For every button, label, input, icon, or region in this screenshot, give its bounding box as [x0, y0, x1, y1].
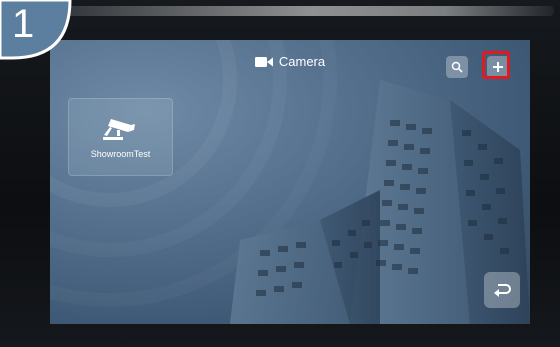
touch-screen: Camera ShowroomTest	[50, 40, 530, 324]
search-button[interactable]	[446, 56, 468, 78]
search-icon	[451, 61, 463, 73]
device-frame: Camera ShowroomTest 1	[0, 0, 560, 347]
return-arrow-icon	[494, 284, 511, 297]
step-badge: 1	[0, 0, 72, 60]
bezel-highlight	[14, 6, 554, 16]
page-title: Camera	[278, 54, 326, 69]
camera-device-tile[interactable]: ShowroomTest	[68, 98, 173, 176]
security-camera-icon	[102, 119, 135, 140]
step-badge-shape	[0, 0, 72, 60]
step-number: 1	[12, 2, 35, 46]
building-background	[50, 40, 530, 324]
add-button-highlight	[482, 51, 510, 79]
back-button[interactable]	[484, 272, 520, 308]
device-name: ShowroomTest	[90, 149, 151, 159]
video-camera-icon	[254, 56, 273, 67]
